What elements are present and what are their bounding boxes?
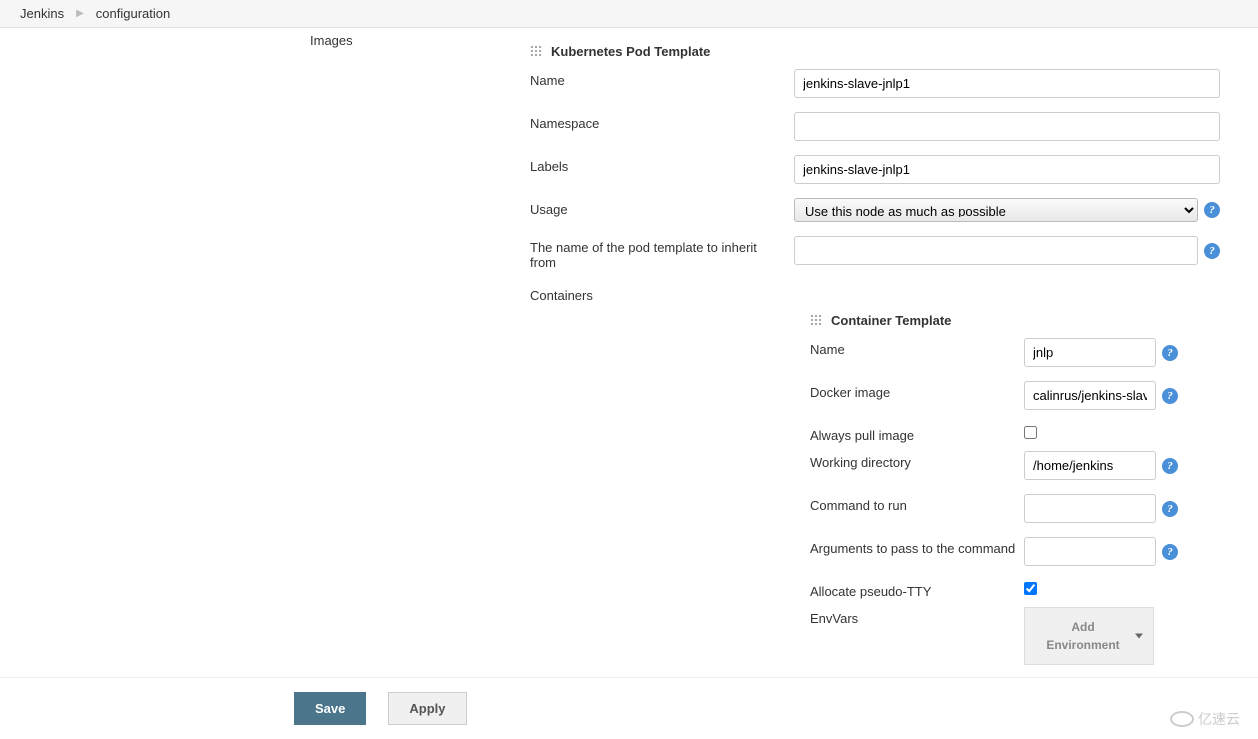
save-button[interactable]: Save [294,692,366,725]
command-label: Command to run [810,494,1016,513]
caret-down-icon [1135,634,1143,639]
namespace-input[interactable] [794,112,1220,141]
container-name-input[interactable] [1024,338,1156,367]
cloud-icon [1170,711,1194,727]
envvars-label: EnvVars [810,607,1016,626]
namespace-label: Namespace [530,112,786,131]
always-pull-label: Always pull image [810,424,1016,443]
container-template-header: Container Template [810,307,1220,338]
always-pull-checkbox[interactable] [1024,426,1037,439]
pod-template-header: Kubernetes Pod Template [530,38,1220,69]
help-icon[interactable]: ? [1204,202,1220,218]
labels-input[interactable] [794,155,1220,184]
section-label-images: Images [310,33,353,48]
args-input[interactable] [1024,537,1156,566]
watermark: 亿速云 [1170,709,1240,729]
container-template-title: Container Template [831,313,951,328]
usage-select[interactable]: Use this node as much as possible [794,198,1198,222]
name-input[interactable] [794,69,1220,98]
help-icon[interactable]: ? [1162,544,1178,560]
pod-template-title: Kubernetes Pod Template [551,44,710,59]
drag-handle-icon[interactable] [810,314,823,327]
add-envvar-label: Add Environment [1046,620,1119,652]
args-label: Arguments to pass to the command [810,537,1016,556]
help-icon[interactable]: ? [1162,345,1178,361]
breadcrumb-current[interactable]: configuration [96,6,170,21]
breadcrumb-root[interactable]: Jenkins [20,6,64,21]
inherit-input[interactable] [794,236,1198,265]
tty-checkbox[interactable] [1024,582,1037,595]
labels-label: Labels [530,155,786,174]
docker-image-input[interactable] [1024,381,1156,410]
bottom-bar: Save Apply [0,677,1258,739]
name-label: Name [530,69,786,88]
breadcrumb: Jenkins ▶ configuration [0,0,1258,28]
drag-handle-icon[interactable] [530,45,543,58]
tty-label: Allocate pseudo-TTY [810,580,1016,599]
chevron-right-icon: ▶ [76,8,84,19]
workdir-label: Working directory [810,451,1016,470]
container-name-label: Name [810,338,1016,357]
add-envvar-button[interactable]: Add Environment [1024,607,1154,665]
command-input[interactable] [1024,494,1156,523]
inherit-label: The name of the pod template to inherit … [530,236,786,270]
help-icon[interactable]: ? [1162,501,1178,517]
workdir-input[interactable] [1024,451,1156,480]
help-icon[interactable]: ? [1162,458,1178,474]
apply-button[interactable]: Apply [388,692,466,725]
docker-image-label: Docker image [810,381,1016,400]
usage-label: Usage [530,198,786,217]
help-icon[interactable]: ? [1204,243,1220,259]
containers-label: Containers [530,284,786,303]
help-icon[interactable]: ? [1162,388,1178,404]
watermark-text: 亿速云 [1198,709,1240,729]
